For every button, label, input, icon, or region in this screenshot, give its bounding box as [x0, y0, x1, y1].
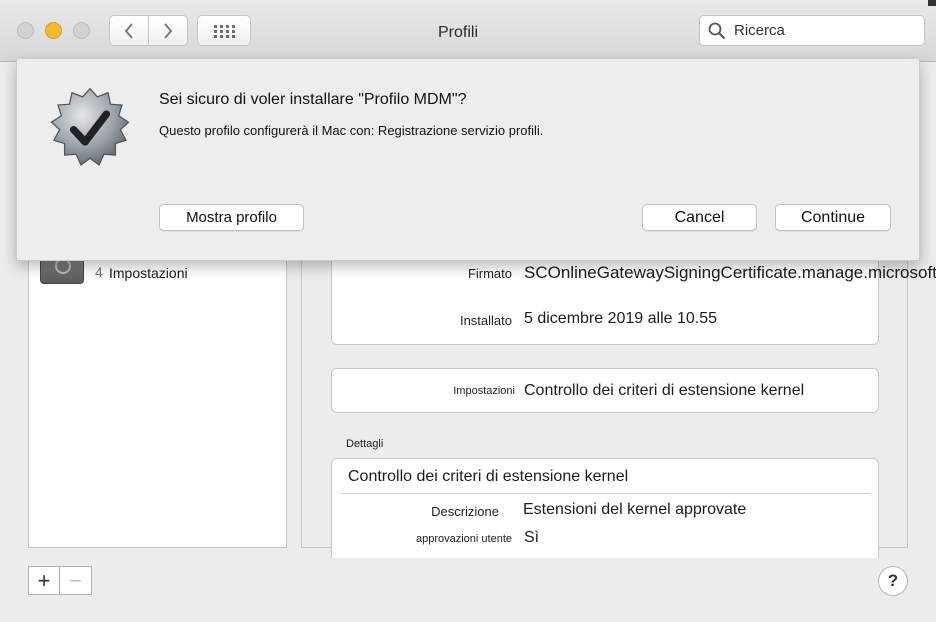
show-profile-button[interactable]: Mostra profilo: [159, 204, 304, 231]
details-box: Controllo dei criteri di estensione kern…: [331, 458, 879, 558]
cancel-button[interactable]: Cancel: [642, 204, 757, 231]
search-icon: [708, 22, 726, 39]
settings-label: Impostazioni: [453, 385, 515, 397]
user-approvals-value: Sì: [524, 529, 540, 546]
description-value: Estensioni del kernel approvate: [523, 501, 747, 518]
divider: [340, 493, 870, 494]
installed-value: 5 dicembre 2019 alle 10.55: [524, 310, 718, 327]
description-label: Descrizione: [431, 504, 499, 519]
profile-list[interactable]: 4 Impostazioni: [28, 248, 287, 548]
window-titlebar: Profili Ricerca: [0, 0, 936, 62]
signed-label: Firmato: [467, 266, 512, 281]
verified-badge-icon: [50, 87, 130, 166]
dialog-title: Sei sicuro di voler installare "Profilo …: [159, 91, 467, 108]
add-remove-controls: + −: [28, 566, 92, 595]
remove-profile-button[interactable]: −: [60, 566, 92, 595]
details-heading: Dettagli: [346, 438, 384, 450]
help-button[interactable]: ?: [878, 566, 908, 596]
signed-value: SCOnlineGatewaySigningCertificate.manage…: [524, 263, 936, 282]
user-approvals-label: approvazioni utente: [415, 533, 512, 545]
search-field[interactable]: Ricerca: [699, 15, 925, 46]
settings-list-item-label[interactable]: Impostazioni: [109, 265, 188, 281]
profile-details-panel: Firmato SCOnlineGatewaySigningCertificat…: [301, 242, 936, 558]
settings-summary-box: Impostazioni Controllo dei criteri di es…: [331, 368, 879, 413]
continue-button[interactable]: Continue: [775, 204, 891, 231]
installed-label: Installato: [459, 313, 512, 328]
window-corner: [928, 0, 936, 6]
settings-count: 4: [95, 264, 103, 280]
add-profile-button[interactable]: +: [28, 566, 60, 595]
search-placeholder: Ricerca: [734, 22, 785, 39]
detail-title: Controllo dei criteri di estensione kern…: [348, 468, 629, 485]
dialog-message: Questo profilo configurerà il Mac con: R…: [159, 123, 544, 138]
install-profile-dialog: Sei sicuro di voler installare "Profilo …: [16, 59, 920, 261]
settings-value: Controllo dei criteri di estensione kern…: [524, 382, 805, 399]
